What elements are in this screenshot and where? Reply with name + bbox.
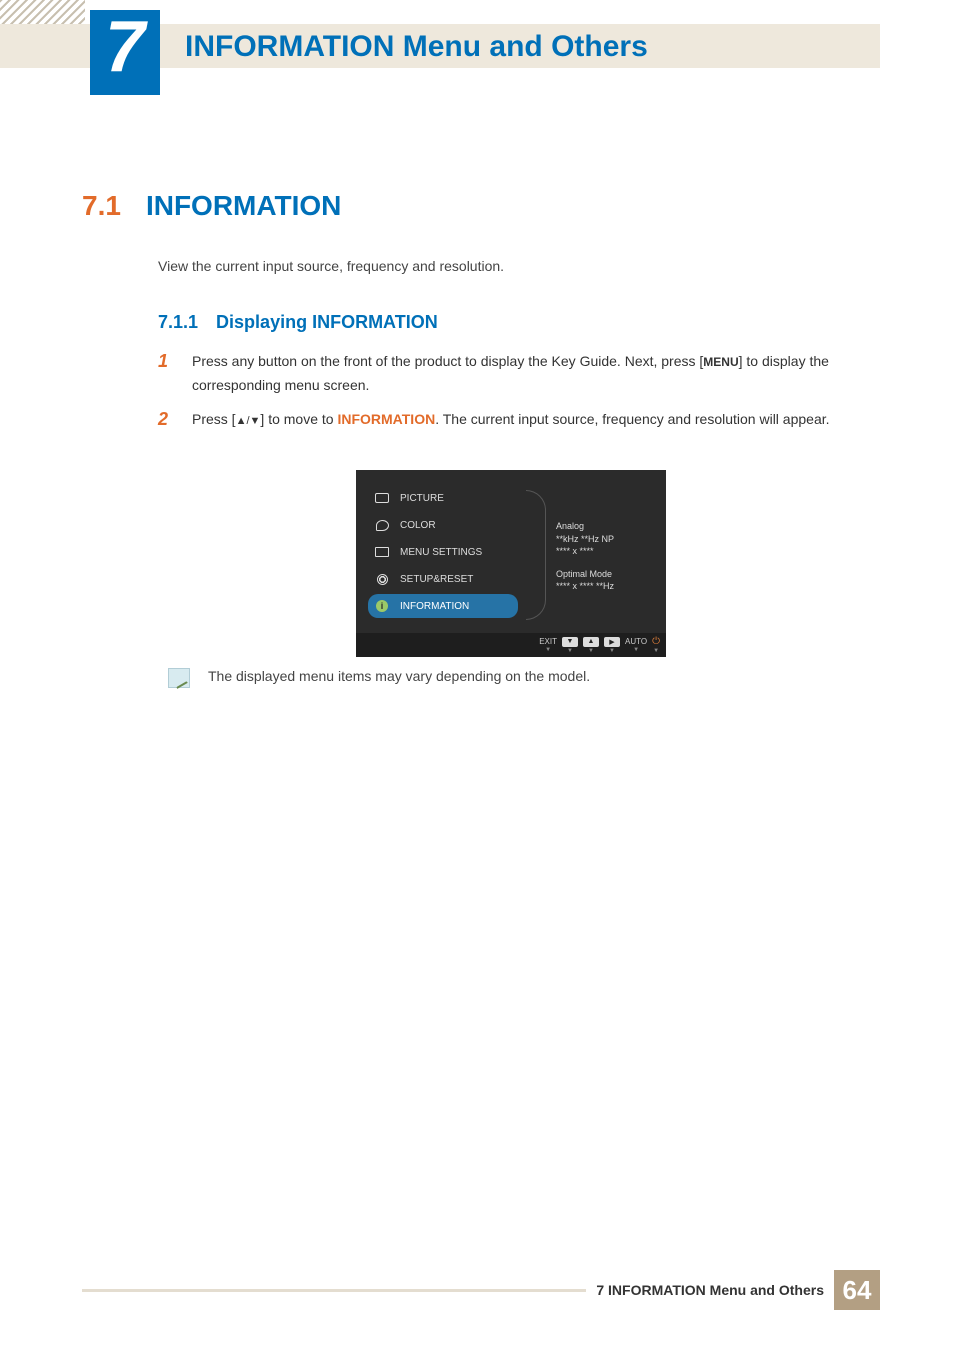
note-row: The displayed menu items may vary depend… [168, 668, 590, 688]
osd-exit-button: EXIT ▼ [539, 637, 557, 653]
osd-info-line: **** x **** [556, 545, 614, 558]
note-text: The displayed menu items may vary depend… [208, 668, 590, 684]
osd-menu-picture: PICTURE [368, 486, 518, 510]
osd-info-line: **kHz **Hz NP [556, 533, 614, 546]
section-number: 7.1 [82, 190, 121, 222]
step-1: 1 Press any button on the front of the p… [158, 350, 878, 398]
section-title: INFORMATION [146, 190, 341, 222]
osd-right-button: ▶ ▼ [604, 637, 620, 654]
chapter-title: INFORMATION Menu and Others [185, 30, 648, 64]
footer-label: 7 INFORMATION Menu and Others [586, 1282, 834, 1298]
osd-footer: EXIT ▼ ▼ ▼ ▲ ▼ ▶ ▼ AUTO ▼ ⏻ ▼ [356, 633, 666, 657]
osd-info-line: **** x **** **Hz [556, 580, 614, 593]
down-triangle-icon: ▼ [567, 648, 573, 654]
down-triangle-icon: ▼ [588, 648, 594, 654]
osd-divider [526, 490, 546, 620]
osd-power-button: ⏻ ▼ [652, 636, 660, 654]
osd-menu-setup-reset: SETUP&RESET [368, 567, 518, 591]
osd-down-button: ▼ ▼ [562, 637, 578, 654]
section-intro-text: View the current input source, frequency… [158, 258, 504, 274]
osd-menu-label: MENU SETTINGS [400, 547, 482, 558]
subsection-title: Displaying INFORMATION [216, 312, 438, 333]
osd-up-button: ▲ ▼ [583, 637, 599, 654]
osd-footer-label: AUTO [625, 637, 647, 646]
page-footer: 7 INFORMATION Menu and Others 64 [82, 1270, 880, 1310]
step-number: 1 [158, 350, 174, 398]
up-arrow-icon: ▲ [236, 415, 247, 427]
osd-auto-button: AUTO ▼ [625, 637, 647, 653]
footer-bar [82, 1289, 586, 1292]
step-2: 2 Press [▲/▼] to move to INFORMATION. Th… [158, 408, 878, 432]
page-number: 64 [834, 1270, 880, 1310]
down-triangle-icon: ▼ [545, 647, 551, 653]
palette-icon [374, 519, 390, 531]
osd-info-line: Analog [556, 520, 614, 533]
subsection-heading: 7.1.1 Displaying INFORMATION [158, 312, 438, 333]
osd-menu-color: COLOR [368, 513, 518, 537]
subsection-number: 7.1.1 [158, 312, 198, 333]
step-text: The current input source, frequency and … [439, 411, 829, 427]
info-icon: i [374, 600, 390, 612]
down-arrow-icon: ▼ [250, 415, 261, 427]
down-triangle-icon: ▼ [633, 647, 639, 653]
gear-icon [374, 573, 390, 585]
osd-menu-label: SETUP&RESET [400, 574, 473, 585]
osd-info-panel: Analog **kHz **Hz NP **** x **** Optimal… [556, 520, 614, 621]
osd-info-line: Optimal Mode [556, 568, 614, 581]
header-hatch-decoration [0, 0, 85, 24]
menu-key-label: MENU [703, 355, 738, 369]
osd-footer-label: EXIT [539, 637, 557, 646]
picture-icon [374, 492, 390, 504]
right-arrow-icon: ▶ [604, 637, 620, 647]
down-arrow-icon: ▼ [562, 637, 578, 647]
section-heading: 7.1 INFORMATION [82, 190, 341, 222]
display-icon [374, 546, 390, 558]
note-icon [168, 668, 190, 688]
step-text: Press [ [192, 411, 236, 427]
information-highlight: INFORMATION [337, 411, 435, 427]
chapter-number-box: 7 [90, 10, 160, 95]
osd-menu-information: i INFORMATION [368, 594, 518, 618]
osd-menu-label: INFORMATION [400, 601, 469, 612]
step-text: ] to move to [260, 411, 337, 427]
step-body: Press [▲/▼] to move to INFORMATION. The … [192, 408, 878, 432]
step-text: Press any button on the front of the pro… [192, 353, 703, 369]
down-triangle-icon: ▼ [653, 648, 659, 654]
up-arrow-icon: ▲ [583, 637, 599, 647]
osd-screenshot: PICTURE COLOR MENU SETTINGS SETUP&RESET … [356, 470, 666, 657]
power-icon: ⏻ [652, 636, 660, 647]
osd-menu-list: PICTURE COLOR MENU SETTINGS SETUP&RESET … [368, 486, 518, 621]
down-triangle-icon: ▼ [609, 648, 615, 654]
osd-menu-settings: MENU SETTINGS [368, 540, 518, 564]
osd-menu-label: COLOR [400, 520, 436, 531]
osd-menu-label: PICTURE [400, 493, 444, 504]
step-number: 2 [158, 408, 174, 432]
steps-list: 1 Press any button on the front of the p… [158, 350, 878, 441]
step-body: Press any button on the front of the pro… [192, 350, 878, 398]
